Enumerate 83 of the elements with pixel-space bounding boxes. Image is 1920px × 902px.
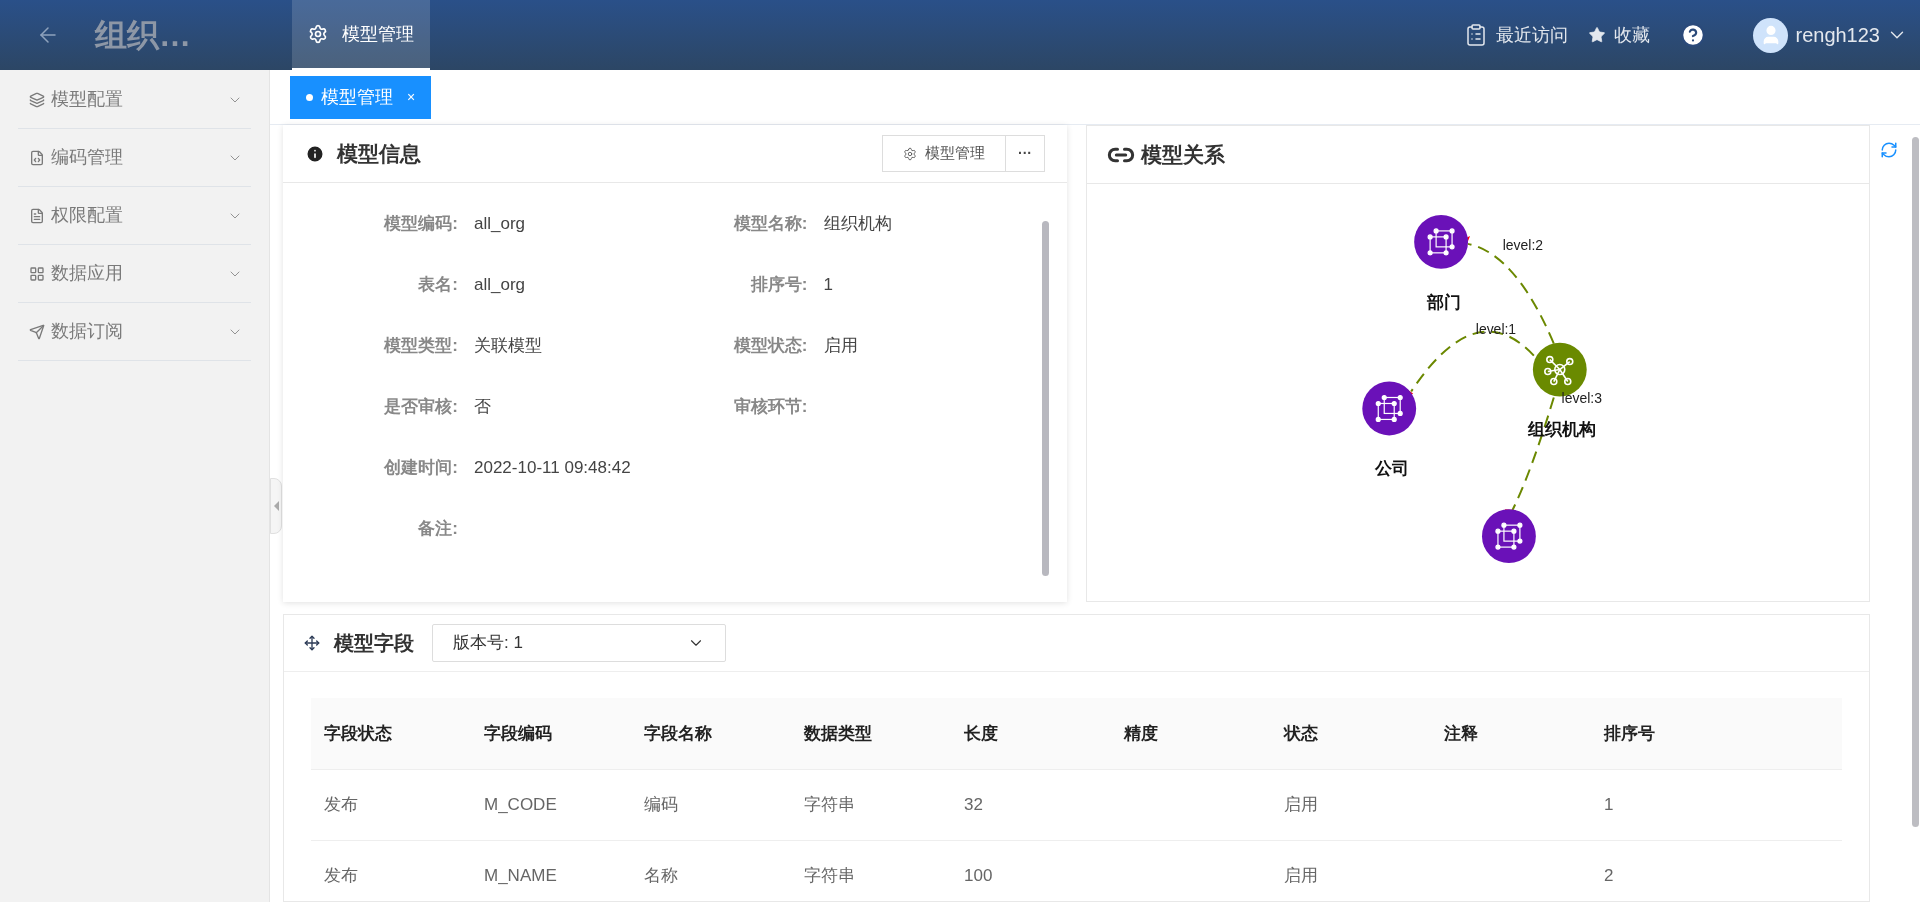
field-value: 组织机构	[823, 213, 892, 235]
gear-icon	[903, 146, 917, 161]
table-cell-text: 1	[1603, 794, 1615, 817]
refresh-icon[interactable]	[1880, 141, 1898, 159]
column-header: 数据类型	[803, 722, 873, 745]
field-label: 表名:	[417, 274, 458, 296]
field-label: 模型编码:	[383, 213, 458, 235]
grid-icon	[29, 265, 45, 282]
table-cell-text: 启用	[1283, 794, 1319, 817]
move-icon	[304, 635, 320, 651]
column-header: 精度	[1122, 722, 1159, 745]
sidebar-item[interactable]: 模型配置	[18, 71, 251, 129]
collapse-handle[interactable]	[270, 478, 282, 534]
entity-node[interactable]	[1482, 509, 1536, 564]
column-header: 字段名称	[643, 722, 713, 745]
page-scrollbar-thumb[interactable]	[1912, 137, 1919, 827]
sidebar-item[interactable]: 编码管理	[18, 129, 251, 187]
recent-visits-button[interactable]: 最近访问	[1464, 21, 1569, 49]
field-label: 模型类型:	[383, 335, 458, 357]
gear-icon	[308, 24, 328, 44]
close-icon[interactable]: ×	[407, 86, 416, 108]
field-value: 否	[474, 396, 491, 418]
layers-icon	[29, 91, 45, 108]
scrollbar-thumb[interactable]	[1042, 221, 1049, 576]
nav-tab[interactable]: 模型管理	[292, 0, 430, 70]
star-icon	[1588, 26, 1607, 44]
field-value: all_org	[474, 213, 526, 235]
edge-label: level:1	[1475, 320, 1517, 337]
table-cell-text: 启用	[1283, 865, 1319, 888]
card-title: 模型字段	[334, 631, 414, 656]
send-icon	[29, 323, 45, 340]
column-header: 字段状态	[323, 722, 393, 745]
sidebar-item[interactable]: 数据订阅	[18, 303, 251, 361]
card-title: 模型关系	[1141, 141, 1225, 168]
table-cell-text: 字符串	[803, 865, 856, 888]
node-label: 公司	[1375, 459, 1410, 479]
page-tab[interactable]: 模型管理 ×	[290, 75, 432, 119]
field-label: 审核环节:	[732, 396, 808, 418]
column-header: 字段编码	[483, 722, 553, 745]
user-menu[interactable]: rengh123	[1795, 20, 1908, 50]
field-value: 1	[823, 274, 833, 296]
entity-node[interactable]	[1414, 214, 1469, 269]
field-value: all_org	[474, 274, 526, 296]
field-label: 备注:	[417, 518, 458, 540]
table-cell-text: 100	[963, 865, 994, 888]
table-cell-text: 编码	[643, 794, 679, 817]
column-header: 排序号	[1602, 722, 1656, 745]
column-header: 长度	[963, 722, 999, 745]
node-label: 组织机构	[1527, 420, 1596, 440]
table-cell-text: M_NAME	[483, 865, 558, 888]
info-icon	[305, 143, 325, 164]
table-cell-text: 名称	[643, 865, 679, 888]
card-title: 模型信息	[337, 140, 421, 167]
table-cell-text: M_CODE	[483, 794, 558, 817]
table-cell-text: 字符串	[803, 794, 856, 817]
edge-label: level:3	[1561, 390, 1602, 407]
column-header: 注释	[1443, 722, 1479, 745]
field-label: 模型状态:	[732, 335, 808, 357]
edge-label: level:2	[1502, 236, 1544, 253]
node-label: 部门	[1427, 292, 1462, 312]
entity-node[interactable]	[1362, 381, 1417, 436]
table-cell-text: 发布	[323, 865, 359, 888]
table-cell-text: 发布	[323, 794, 359, 817]
field-value: 2022-10-11 09:48:42	[474, 457, 631, 479]
avatar-icon	[1753, 17, 1789, 53]
column-header: 状态	[1282, 722, 1319, 745]
field-label: 创建时间:	[383, 457, 458, 479]
app-title: 组织…	[95, 16, 192, 55]
field-value: 关联模型	[474, 335, 542, 357]
table-cell-text: 2	[1603, 865, 1615, 888]
document-icon	[29, 207, 45, 224]
field-label: 模型名称:	[732, 213, 808, 235]
version-select[interactable]: 版本号: 1	[432, 624, 726, 662]
sidebar-item[interactable]: 数据应用	[18, 245, 251, 303]
more-button[interactable]: ···	[1006, 136, 1044, 171]
field-label: 排序号:	[749, 274, 808, 296]
code-file-icon	[29, 149, 45, 166]
manage-button[interactable]: 模型管理	[883, 136, 1006, 171]
field-label: 是否审核:	[383, 396, 458, 418]
sidebar-item[interactable]: 权限配置	[18, 187, 251, 245]
field-value: 启用	[823, 335, 858, 357]
table-cell-text: 32	[963, 794, 984, 817]
favorites-button[interactable]: 收藏	[1588, 21, 1651, 49]
